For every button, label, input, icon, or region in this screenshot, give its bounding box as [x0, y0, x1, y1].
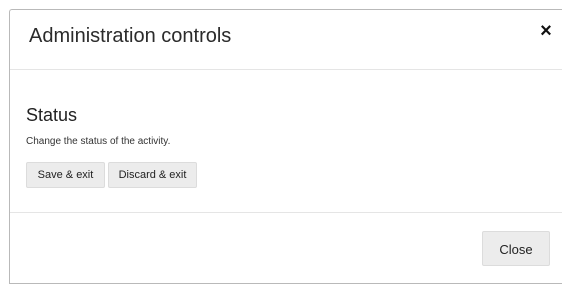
- dialog-title: Administration controls: [29, 25, 232, 47]
- administration-controls-dialog: Administration controls × Status Change …: [9, 9, 562, 284]
- dialog-header: Administration controls ×: [10, 10, 562, 70]
- dialog-footer: Close: [10, 213, 562, 285]
- save-exit-button[interactable]: Save & exit: [26, 162, 105, 188]
- dialog-body: Status Change the status of the activity…: [10, 70, 562, 213]
- discard-exit-button[interactable]: Discard & exit: [108, 162, 197, 188]
- close-icon[interactable]: ×: [537, 20, 555, 42]
- status-description: Change the status of the activity.: [26, 136, 171, 147]
- close-button[interactable]: Close: [482, 231, 550, 266]
- status-heading: Status: [26, 105, 78, 125]
